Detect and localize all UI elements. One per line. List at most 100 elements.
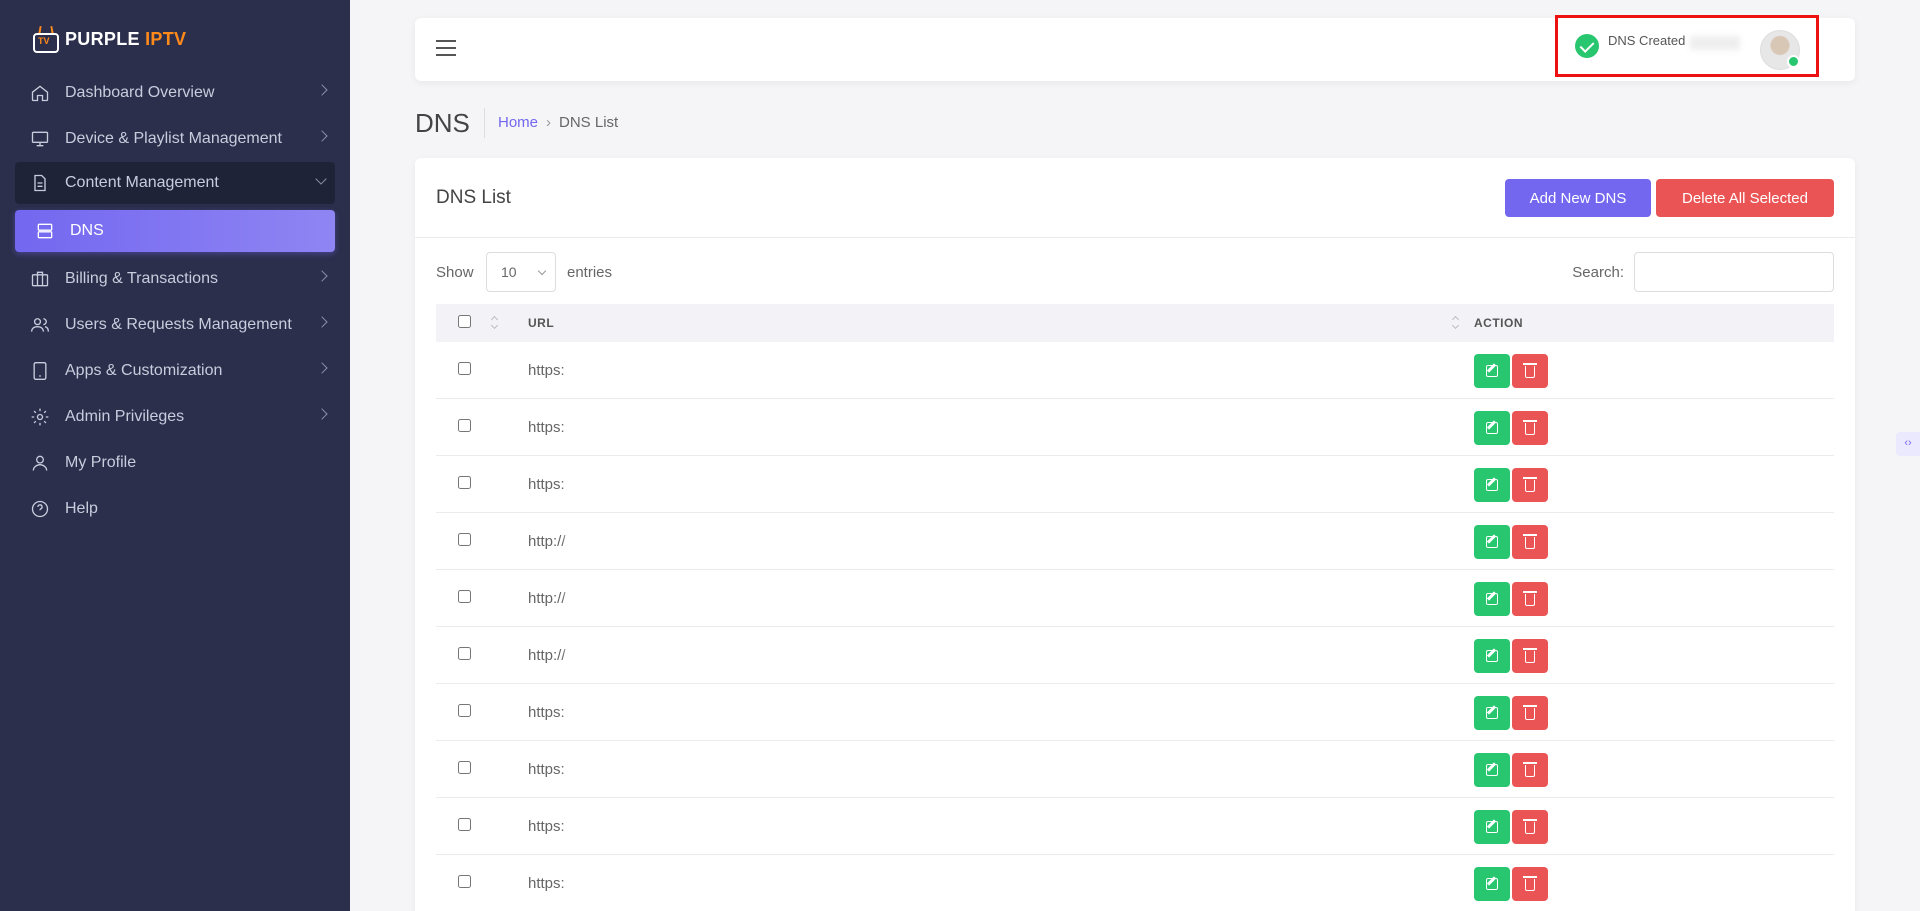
help-icon — [31, 500, 49, 518]
sidebar-item-label: Billing & Transactions — [65, 270, 218, 287]
gear-icon — [31, 408, 49, 426]
sort-icon[interactable] — [1452, 315, 1460, 329]
edit-icon — [1486, 365, 1498, 377]
sort-icon[interactable] — [491, 315, 499, 329]
row-checkbox[interactable] — [458, 533, 471, 546]
edit-button[interactable] — [1474, 810, 1510, 844]
edit-button[interactable] — [1474, 468, 1510, 502]
redacted-area — [566, 641, 812, 669]
delete-button[interactable] — [1512, 354, 1548, 388]
sidebar-item-dns[interactable]: DNS — [15, 210, 335, 252]
row-checkbox[interactable] — [458, 476, 471, 489]
redacted-area — [566, 869, 812, 897]
edit-icon — [1486, 821, 1498, 833]
sidebar-item-help[interactable]: Help — [0, 486, 350, 532]
chevron-right-icon — [316, 84, 328, 96]
redacted-area — [566, 584, 812, 612]
edit-button[interactable] — [1474, 867, 1510, 901]
home-icon — [31, 85, 49, 102]
sidebar-item-my-profile[interactable]: My Profile — [0, 440, 350, 486]
redacted-area — [566, 527, 812, 555]
table-row: https: — [436, 798, 1834, 855]
customizer-toggle-icon[interactable]: ‹› — [1896, 432, 1920, 456]
trash-icon — [1523, 591, 1537, 606]
search-input[interactable] — [1634, 252, 1834, 292]
row-checkbox[interactable] — [458, 362, 471, 375]
row-checkbox[interactable] — [458, 818, 471, 831]
row-checkbox[interactable] — [458, 704, 471, 717]
dns-list-card: DNS List Add New DNS Delete All Selected… — [415, 158, 1855, 911]
dns-url: http:// — [528, 647, 566, 664]
dns-url: https: — [528, 704, 565, 721]
edit-button[interactable] — [1474, 354, 1510, 388]
breadcrumb-current: DNS List — [559, 114, 619, 131]
page-title: DNS — [415, 108, 470, 138]
sidebar-item-label: DNS — [70, 222, 104, 239]
row-checkbox[interactable] — [458, 761, 471, 774]
edit-button[interactable] — [1474, 696, 1510, 730]
breadcrumb-divider — [484, 108, 485, 138]
sidebar-item-apps-customization[interactable]: Apps & Customization — [0, 348, 350, 394]
sidebar-item-billing[interactable]: Billing & Transactions — [0, 256, 350, 302]
dns-url: https: — [528, 875, 565, 892]
sidebar-item-admin-privileges[interactable]: Admin Privileges — [0, 394, 350, 440]
dns-url: https: — [528, 419, 565, 436]
row-checkbox[interactable] — [458, 590, 471, 603]
brand-logo[interactable]: TV PURPLE IPTV — [33, 22, 186, 56]
row-checkbox[interactable] — [458, 419, 471, 432]
dns-table: URL ACTION https: https: https: http:// … — [436, 304, 1834, 911]
sidebar-item-dashboard[interactable]: Dashboard Overview — [0, 70, 350, 116]
table-row: http:// — [436, 513, 1834, 570]
tv-logo-icon: TV — [33, 25, 59, 53]
brand-name: PURPLE IPTV — [65, 28, 187, 49]
sidebar-item-users-requests[interactable]: Users & Requests Management — [0, 302, 350, 348]
chevron-right-icon — [316, 130, 328, 142]
chevron-right-icon: › — [546, 114, 552, 131]
table-row: https: — [436, 399, 1834, 456]
server-icon — [37, 223, 53, 239]
chevron-right-icon — [316, 270, 328, 282]
add-new-dns-button[interactable]: Add New DNS — [1505, 179, 1651, 217]
delete-button[interactable] — [1512, 468, 1548, 502]
column-header-action: ACTION — [1474, 316, 1523, 330]
dns-url: https: — [528, 476, 565, 493]
delete-button[interactable] — [1512, 810, 1548, 844]
row-checkbox[interactable] — [458, 647, 471, 660]
top-navbar: DNS Created — [415, 15, 1855, 81]
sidebar-item-device-playlist[interactable]: Device & Playlist Management — [0, 116, 350, 162]
column-header-url[interactable]: URL — [528, 316, 554, 330]
redacted-area — [566, 755, 812, 783]
edit-button[interactable] — [1474, 639, 1510, 673]
chevron-right-icon — [316, 316, 328, 328]
edit-button[interactable] — [1474, 525, 1510, 559]
chevron-down-icon — [315, 173, 327, 185]
edit-icon — [1486, 536, 1498, 548]
delete-button[interactable] — [1512, 639, 1548, 673]
entries-select[interactable]: 10 — [486, 252, 556, 292]
select-all-checkbox[interactable] — [458, 315, 471, 328]
delete-button[interactable] — [1512, 525, 1548, 559]
delete-button[interactable] — [1512, 696, 1548, 730]
breadcrumb-home-link[interactable]: Home — [498, 114, 538, 131]
delete-button[interactable] — [1512, 411, 1548, 445]
document-icon — [34, 174, 46, 192]
row-checkbox[interactable] — [458, 875, 471, 888]
edit-button[interactable] — [1474, 582, 1510, 616]
sidebar-item-content-management[interactable]: Content Management — [15, 162, 335, 204]
trash-icon — [1523, 819, 1537, 834]
sidebar: TV PURPLE IPTV Dashboard Overview Device… — [0, 0, 350, 911]
chevron-right-icon — [316, 408, 328, 420]
dns-url: https: — [528, 362, 565, 379]
sidebar-item-label: My Profile — [65, 454, 137, 471]
delete-button[interactable] — [1512, 867, 1548, 901]
delete-all-selected-button[interactable]: Delete All Selected — [1656, 179, 1834, 217]
delete-button[interactable] — [1512, 753, 1548, 787]
edit-button[interactable] — [1474, 753, 1510, 787]
trash-icon — [1523, 876, 1537, 891]
menu-toggle-icon[interactable] — [436, 40, 456, 56]
sidebar-item-label: Content Management — [65, 174, 219, 191]
edit-button[interactable] — [1474, 411, 1510, 445]
delete-button[interactable] — [1512, 582, 1548, 616]
table-row: https: — [436, 855, 1834, 911]
avatar[interactable] — [1760, 30, 1800, 70]
